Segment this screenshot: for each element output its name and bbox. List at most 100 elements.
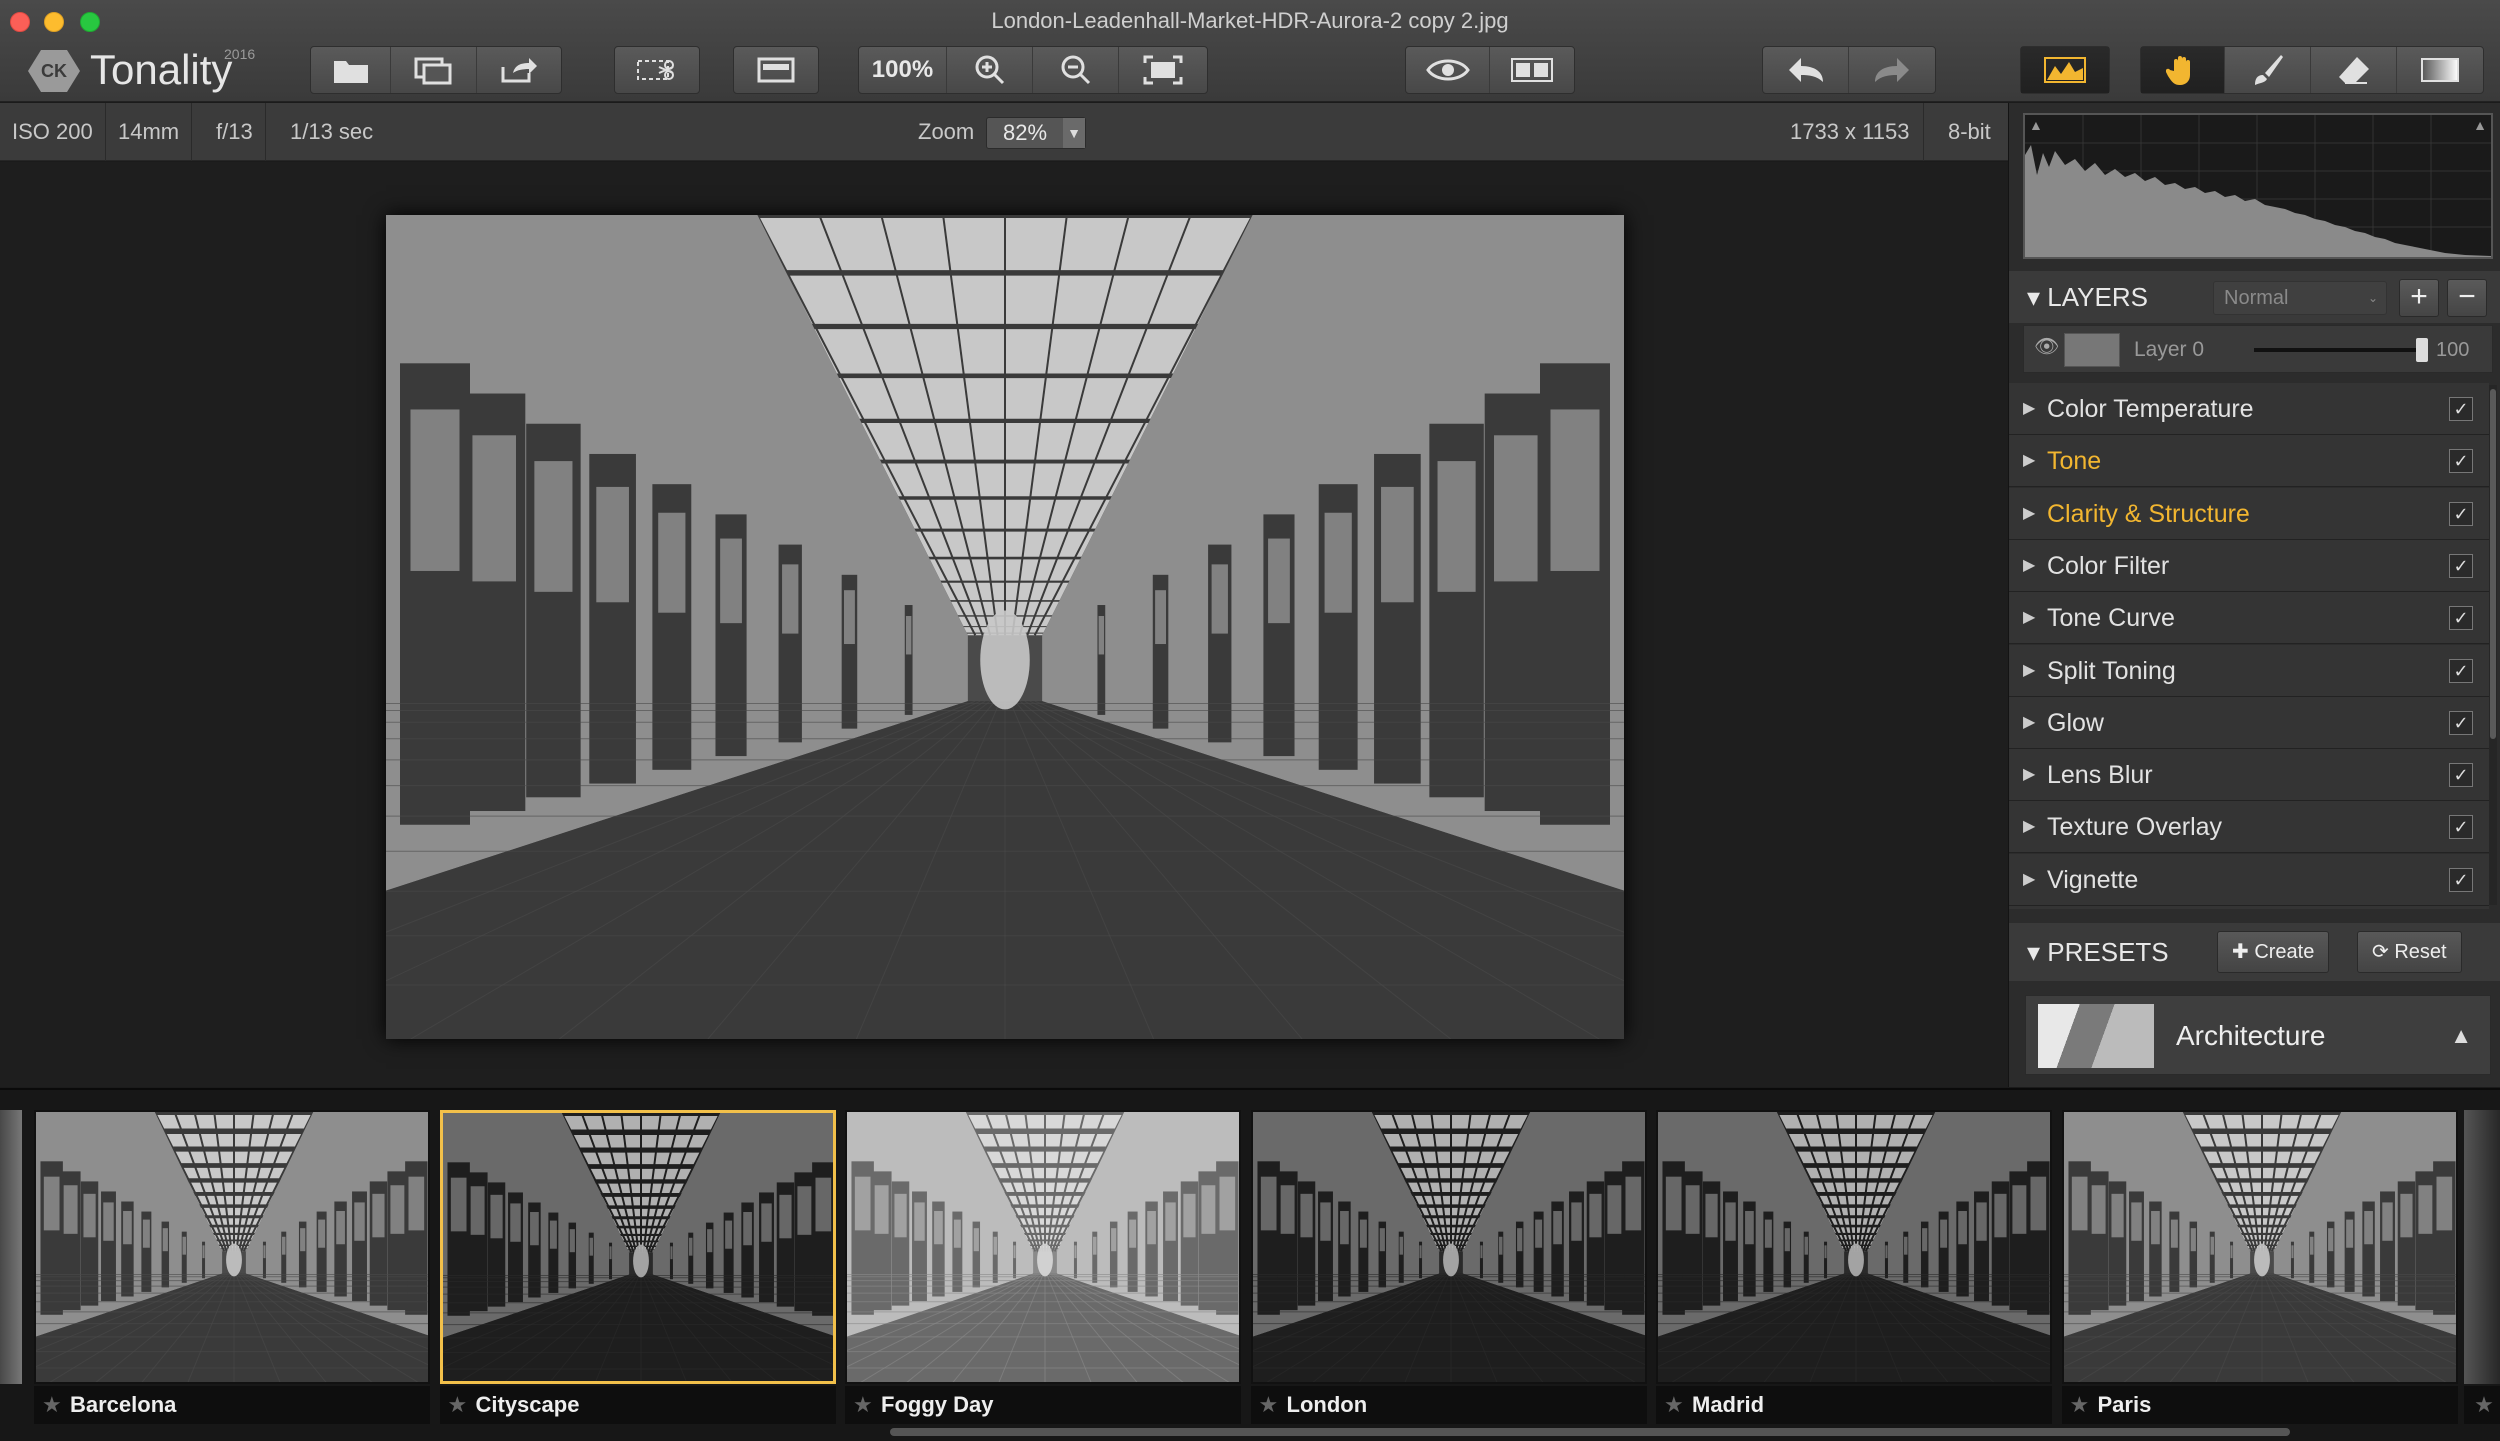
hand-tool-icon bbox=[2165, 56, 2190, 85]
image-canvas[interactable] bbox=[0, 162, 2008, 1087]
adjustments-scroll-thumb[interactable] bbox=[2490, 389, 2496, 739]
highlight-clip-indicator[interactable]: ▲ bbox=[2473, 117, 2487, 133]
triangle-right-icon: ▶ bbox=[2023, 818, 2036, 836]
adjustments-scrollbar[interactable] bbox=[2489, 385, 2497, 905]
eraser-icon bbox=[2338, 57, 2369, 84]
blend-mode-select[interactable]: Normal ⌄ bbox=[2213, 281, 2387, 315]
adjustment-enabled-checkbox[interactable]: ✓ bbox=[2449, 815, 2473, 840]
opacity-slider-handle[interactable] bbox=[2416, 338, 2428, 362]
filmstrip-partial-left[interactable] bbox=[0, 1110, 24, 1424]
preset-label: ★ London bbox=[1250, 1386, 1647, 1424]
fit-screen-button[interactable] bbox=[1119, 47, 1207, 93]
eraser-button[interactable] bbox=[2311, 47, 2397, 93]
adjustment-row[interactable]: ▶ Color Filter ✓ bbox=[2009, 539, 2489, 592]
preset-thumbnail[interactable]: ★ Barcelona bbox=[34, 1110, 430, 1430]
crop-button[interactable] bbox=[615, 47, 699, 93]
redo-button[interactable] bbox=[1849, 47, 1935, 93]
export-button[interactable] bbox=[477, 47, 561, 93]
histogram-toggle-button[interactable] bbox=[2021, 47, 2109, 93]
adjustment-name: Glow bbox=[2047, 708, 2104, 737]
adjustment-enabled-checkbox[interactable]: ✓ bbox=[2449, 553, 2473, 578]
adjustment-enabled-checkbox[interactable]: ✓ bbox=[2449, 397, 2473, 421]
star-icon[interactable]: ★ bbox=[1664, 1386, 1684, 1424]
adjustment-enabled-checkbox[interactable]: ✓ bbox=[2449, 501, 2473, 526]
preset-category-select[interactable]: Architecture ▲ bbox=[2025, 995, 2491, 1075]
adjustment-enabled-checkbox[interactable]: ✓ bbox=[2449, 763, 2473, 788]
batch-button[interactable] bbox=[391, 47, 477, 93]
star-icon[interactable]: ★ bbox=[2070, 1386, 2090, 1424]
adjustment-enabled-checkbox[interactable]: ✓ bbox=[2449, 867, 2473, 892]
adjustment-row[interactable]: ▶ Color Temperature ✓ bbox=[2009, 383, 2489, 435]
adjustment-row-partial[interactable] bbox=[2009, 906, 2489, 909]
zoom-100-label: 100% bbox=[871, 56, 934, 83]
adjustment-enabled-checkbox[interactable]: ✓ bbox=[2449, 658, 2473, 683]
adjustment-row[interactable]: ▶ Glow ✓ bbox=[2009, 696, 2489, 749]
arcade-thumbnail-photo bbox=[442, 1113, 833, 1381]
preset-category-thumbnail bbox=[2038, 1004, 2154, 1068]
zoom-select[interactable]: 82% ▼ bbox=[986, 117, 1086, 149]
preset-preview-image bbox=[2061, 1110, 2458, 1384]
triangle-right-icon: ▶ bbox=[2023, 452, 2036, 470]
adjustment-row[interactable]: ▶ Lens Blur ✓ bbox=[2009, 749, 2489, 802]
adjustment-name: Color Temperature bbox=[2047, 395, 2254, 423]
batch-icon bbox=[414, 57, 451, 85]
triangle-up-icon: ▲ bbox=[2450, 1023, 2472, 1048]
zoom-100-button[interactable]: 100% bbox=[859, 47, 947, 93]
zoom-in-button[interactable] bbox=[947, 47, 1033, 93]
triangle-right-icon: ▶ bbox=[2023, 661, 2036, 679]
adjustment-row[interactable]: ▶ Tone ✓ bbox=[2009, 435, 2489, 488]
preview-button[interactable] bbox=[1406, 47, 1490, 93]
adjustment-row[interactable]: ▶ Tone Curve ✓ bbox=[2009, 592, 2489, 645]
preset-thumbnail[interactable]: ★ Paris bbox=[2061, 1110, 2458, 1430]
hand-tool-button[interactable] bbox=[2141, 47, 2225, 93]
layers-title[interactable]: ▾ LAYERS bbox=[2027, 271, 2148, 323]
adjustment-name: Tone Curve bbox=[2047, 604, 2175, 633]
star-icon[interactable]: ★ bbox=[1259, 1386, 1279, 1424]
single-view-button[interactable] bbox=[734, 47, 818, 93]
preset-thumbnail[interactable]: ★ London bbox=[1250, 1110, 1647, 1430]
filmstrip-scrollbar[interactable] bbox=[890, 1428, 2290, 1436]
star-icon[interactable]: ★ bbox=[2464, 1386, 2500, 1424]
preset-thumbnail[interactable]: ★ Cityscape bbox=[439, 1110, 836, 1430]
preset-thumbnail[interactable]: ★ Madrid bbox=[1656, 1110, 2052, 1430]
adjustment-row[interactable]: ▶ Split Toning ✓ bbox=[2009, 644, 2489, 697]
main-photo[interactable] bbox=[386, 215, 1624, 1039]
remove-layer-button[interactable]: − bbox=[2447, 279, 2487, 317]
create-preset-label: Create bbox=[2254, 941, 2315, 963]
split-view-button[interactable] bbox=[1490, 47, 1574, 93]
adjustment-enabled-checkbox[interactable]: ✓ bbox=[2449, 449, 2473, 474]
refresh-icon: ⟳ bbox=[2372, 941, 2389, 963]
star-icon[interactable]: ★ bbox=[448, 1386, 468, 1424]
create-preset-button[interactable]: ✚ Create bbox=[2217, 931, 2330, 973]
add-layer-button[interactable]: + bbox=[2399, 279, 2439, 317]
adjustment-row[interactable]: ▶ Clarity & Structure ✓ bbox=[2009, 487, 2489, 540]
eye-icon[interactable]: 👁 bbox=[2034, 334, 2059, 359]
layers-title-text: LAYERS bbox=[2047, 282, 2148, 312]
presets-title[interactable]: ▾ PRESETS bbox=[2027, 923, 2169, 981]
open-button[interactable] bbox=[311, 47, 391, 93]
shadow-clip-indicator[interactable]: ▲ bbox=[2029, 117, 2043, 133]
window-title: London-Leadenhall-Market-HDR-Aurora-2 co… bbox=[991, 8, 1509, 33]
reset-button[interactable]: ⟳ Reset bbox=[2357, 931, 2462, 973]
adjustment-enabled-checkbox[interactable]: ✓ bbox=[2449, 606, 2473, 631]
undo-button[interactable] bbox=[1763, 47, 1849, 93]
image-dimensions: 1733 x 1153 bbox=[1776, 103, 1925, 161]
preset-preview-image bbox=[34, 1110, 430, 1384]
brush-button[interactable] bbox=[2225, 47, 2311, 93]
layer-row[interactable]: 👁 Layer 0 100 bbox=[2023, 325, 2493, 373]
filmstrip-partial-right[interactable]: ★ bbox=[2464, 1110, 2500, 1424]
opacity-slider[interactable] bbox=[2254, 338, 2428, 362]
gradient-button[interactable] bbox=[2397, 47, 2483, 93]
reset-label: Reset bbox=[2394, 941, 2447, 963]
crop-tools bbox=[614, 46, 700, 94]
preset-name: Madrid bbox=[1692, 1392, 1765, 1417]
adjustment-enabled-checkbox[interactable]: ✓ bbox=[2449, 710, 2473, 735]
adjustment-row[interactable]: ▶ Texture Overlay ✓ bbox=[2009, 801, 2489, 854]
adjustment-row[interactable]: ▶ Vignette ✓ bbox=[2009, 853, 2489, 906]
star-icon[interactable]: ★ bbox=[42, 1386, 62, 1424]
star-icon[interactable]: ★ bbox=[853, 1386, 873, 1424]
zoom-out-button[interactable] bbox=[1033, 47, 1119, 93]
opacity-value: 100 bbox=[2436, 339, 2470, 361]
arcade-thumbnail-photo bbox=[1252, 1112, 1645, 1382]
preset-thumbnail[interactable]: ★ Foggy Day bbox=[845, 1110, 1241, 1430]
